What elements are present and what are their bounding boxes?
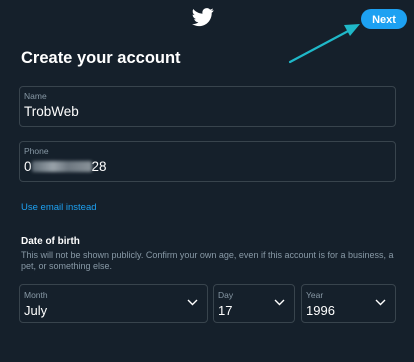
phone-value-suffix: 28: [91, 159, 107, 174]
dob-note: This will not be shown publicly. Confirm…: [21, 250, 394, 271]
next-button[interactable]: Next: [361, 9, 407, 29]
chevron-down-icon: [375, 299, 386, 306]
day-label: Day: [218, 290, 234, 300]
phone-field-label: Phone: [24, 146, 49, 156]
chevron-down-icon: [187, 299, 198, 306]
twitter-bird-icon: [192, 8, 214, 27]
page-title: Create your account: [21, 49, 181, 67]
day-value: 17: [218, 303, 233, 318]
phone-field[interactable]: Phone 0 28: [19, 141, 396, 182]
chevron-down-icon: [274, 299, 285, 306]
name-field-label: Name: [24, 91, 47, 101]
name-field[interactable]: Name TrobWeb: [19, 86, 396, 127]
annotation-arrow: [288, 24, 360, 64]
signup-dialog: Next Create your account Name TrobWeb Ph…: [0, 0, 414, 362]
dob-heading: Date of birth: [21, 236, 80, 247]
year-label: Year: [306, 290, 324, 300]
year-value: 1996: [306, 303, 335, 318]
year-select[interactable]: Year 1996: [301, 284, 396, 323]
month-label: Month: [24, 290, 48, 300]
phone-field-value[interactable]: 0 28: [24, 159, 107, 174]
phone-value-prefix: 0: [24, 159, 32, 174]
name-field-value[interactable]: TrobWeb: [24, 104, 79, 119]
use-email-link[interactable]: Use email instead: [21, 202, 97, 213]
day-select[interactable]: Day 17: [213, 284, 295, 323]
month-select[interactable]: Month July: [19, 284, 208, 323]
month-value: July: [24, 303, 48, 318]
redacted-digits: [31, 161, 92, 172]
